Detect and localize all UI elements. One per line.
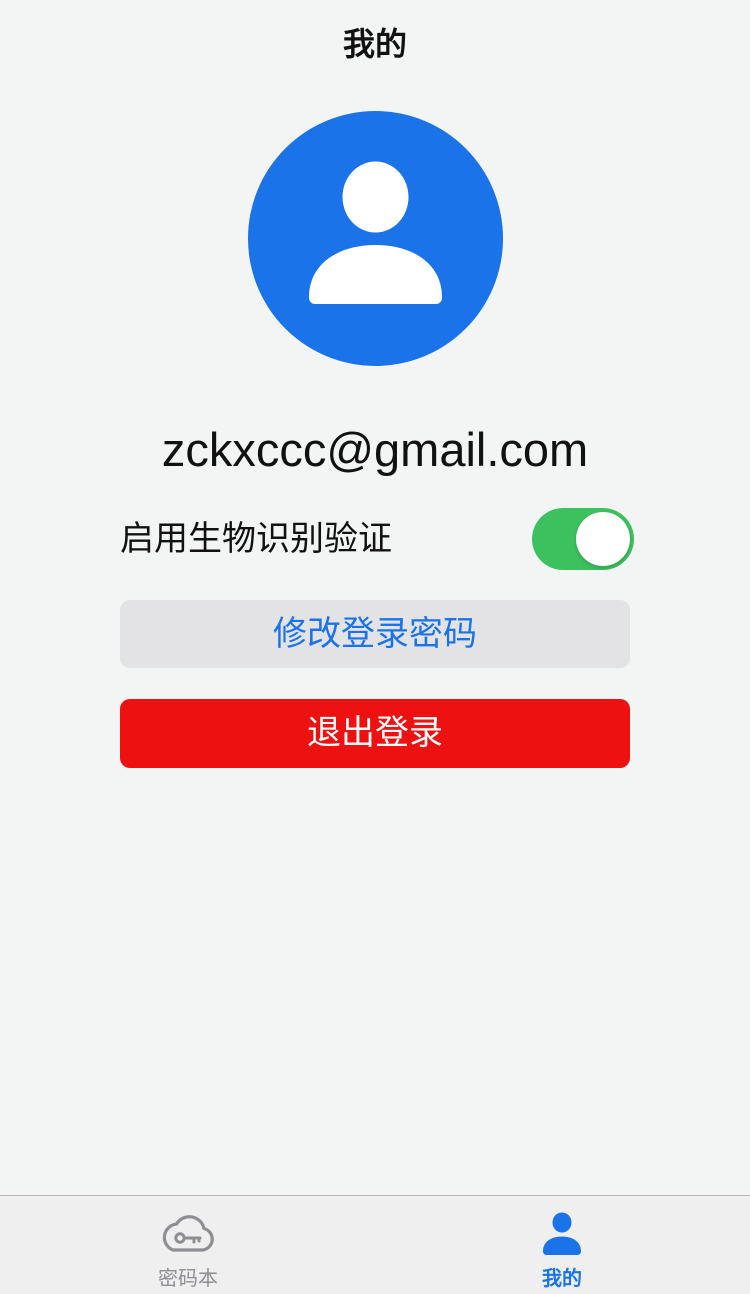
person-icon (543, 1212, 581, 1255)
user-email: zckxccc@gmail.com (161, 423, 589, 476)
person-avatar-icon (248, 111, 503, 366)
avatar-circle (248, 111, 503, 366)
avatar-head (342, 161, 409, 233)
avatar (248, 111, 503, 366)
tab-bar: 密码本 我的 (0, 1195, 750, 1294)
tab-label: 密码本 (158, 1266, 218, 1290)
biometric-toggle[interactable] (532, 508, 634, 570)
tab-password-book[interactable]: 密码本 (88, 1196, 288, 1294)
change-password-button[interactable]: 修改登录密码 (120, 600, 630, 668)
page-title: 我的 (342, 25, 407, 63)
tab-mine[interactable]: 我的 (462, 1196, 662, 1294)
tab-label: 我的 (542, 1266, 582, 1290)
biometric-setting-row: 启用生物识别验证 (120, 506, 634, 572)
logout-button[interactable]: 退出登录 (120, 699, 630, 768)
toggle-knob (576, 512, 630, 566)
biometric-label: 启用生物识别验证 (120, 519, 392, 559)
cloud-key-icon (162, 1215, 214, 1252)
